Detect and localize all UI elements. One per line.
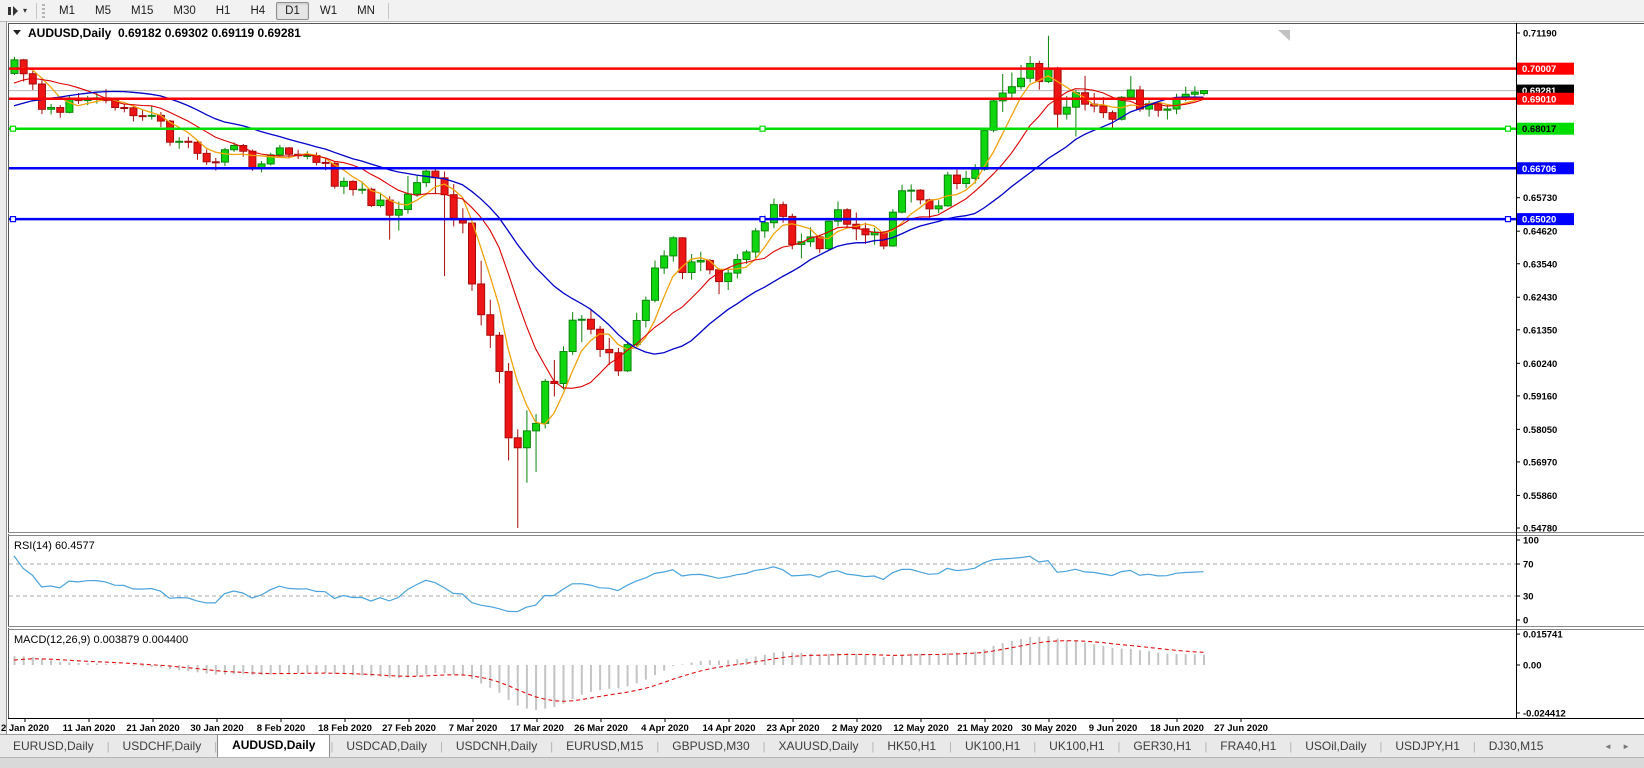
chart-tab-usdchf-daily[interactable]: USDCHF,Daily	[110, 736, 215, 757]
chart-tabs: EURUSD,Daily|USDCHF,Daily|AUDUSD,Daily|U…	[0, 734, 1604, 757]
chart-tab-usoil-daily[interactable]: USOil,Daily	[1292, 736, 1379, 757]
timeframe-button-d1[interactable]: D1	[276, 2, 309, 20]
tab-scroll-arrows[interactable]: ◄ ►	[1604, 742, 1644, 757]
svg-text:0.66706: 0.66706	[1522, 164, 1556, 175]
svg-text:0.70007: 0.70007	[1522, 64, 1556, 75]
date-label: 27 Feb 2020	[382, 723, 436, 734]
date-label: 21 Jan 2020	[126, 723, 179, 734]
window-frame-left	[0, 22, 6, 734]
svg-text:0.65730: 0.65730	[1523, 193, 1557, 204]
toolbar-grip[interactable]	[42, 4, 45, 18]
chart-shift-icon	[6, 4, 21, 18]
chart-tab-usdcnh-daily[interactable]: USDCNH,Daily	[443, 736, 550, 757]
chart-window: 0.71190 0.65730 0.64620 0.63540 0.62430 0.613…	[0, 22, 1644, 734]
chart-tab-eurusd-daily[interactable]: EURUSD,Daily	[0, 736, 107, 757]
date-label: 18 Feb 2020	[318, 723, 372, 734]
rsi-label: RSI(14) 60.4577	[14, 540, 95, 552]
svg-text:0.64620: 0.64620	[1523, 227, 1557, 238]
chart-ohlc-values: 0.69182 0.69302 0.69119 0.69281	[118, 26, 301, 40]
macd-label: MACD(12,26,9) 0.003879 0.004400	[14, 634, 188, 646]
chart-tab-bar: EURUSD,Daily|USDCHF,Daily|AUDUSD,Daily|U…	[0, 734, 1644, 757]
chart-tools-icon[interactable]: ▾	[0, 1, 33, 21]
timeframe-button-group: M1M5M15M30H1H4D1W1MN	[49, 1, 385, 20]
timeframe-button-mn[interactable]: MN	[348, 2, 384, 20]
date-label: 7 Mar 2020	[449, 723, 498, 734]
chart-tab-usdjpy-h1[interactable]: USDJPY,H1	[1382, 736, 1472, 757]
chart-tab-usdcad-daily[interactable]: USDCAD,Daily	[333, 736, 440, 757]
timeframe-button-m5[interactable]: M5	[86, 2, 120, 20]
timeframe-button-m15[interactable]: M15	[122, 2, 162, 20]
date-label: 4 Apr 2020	[641, 723, 689, 734]
chart-title: AUDUSD,Daily	[28, 26, 112, 40]
svg-text:100: 100	[1523, 536, 1539, 547]
chart-tab-xauusd-daily[interactable]: XAUUSD,Daily	[766, 736, 872, 757]
top-toolbar: ▾ M1M5M15M30H1H4D1W1MN	[0, 0, 1644, 22]
chart-tab-fra40-h1[interactable]: FRA40,H1	[1207, 736, 1289, 757]
date-label: 21 May 2020	[957, 723, 1012, 734]
date-label: 11 Jan 2020	[63, 723, 116, 734]
svg-text:0.63540: 0.63540	[1523, 259, 1557, 270]
chart-tab-ger30-h1[interactable]: GER30,H1	[1120, 736, 1204, 757]
svg-text:0.69010: 0.69010	[1522, 94, 1556, 105]
svg-text:0.68017: 0.68017	[1522, 124, 1556, 135]
chart-tab-dj30-m15[interactable]: DJ30,M15	[1476, 736, 1557, 757]
date-label: 30 Jan 2020	[190, 723, 243, 734]
svg-text:0.62430: 0.62430	[1523, 293, 1557, 304]
svg-text:30: 30	[1523, 592, 1534, 603]
hline-handle[interactable]	[760, 126, 765, 131]
svg-text:0.58050: 0.58050	[1523, 425, 1557, 436]
chart-tab-hk50-h1[interactable]: HK50,H1	[874, 736, 949, 757]
hline-handle[interactable]	[11, 217, 16, 222]
timeframe-button-w1[interactable]: W1	[311, 2, 346, 20]
date-label: 17 Mar 2020	[510, 723, 564, 734]
date-label: 14 Apr 2020	[703, 723, 756, 734]
chart-tab-eurusd-m15[interactable]: EURUSD,M15	[553, 736, 656, 757]
svg-text:0.015741: 0.015741	[1523, 630, 1563, 641]
date-label: 18 Jun 2020	[1150, 723, 1204, 734]
svg-text:0.59160: 0.59160	[1523, 391, 1557, 402]
timeframe-button-m1[interactable]: M1	[50, 2, 84, 20]
date-label: 2 May 2020	[832, 723, 882, 734]
svg-text:0.00: 0.00	[1523, 661, 1542, 672]
svg-text:-0.024412: -0.024412	[1523, 708, 1566, 719]
svg-text:0.71190: 0.71190	[1523, 29, 1557, 40]
status-strip	[0, 757, 1644, 768]
toolbar-separator	[388, 3, 389, 19]
timeframe-button-h4[interactable]: H4	[241, 2, 274, 20]
toolbar-separator	[36, 3, 37, 19]
date-label: 23 Apr 2020	[767, 723, 820, 734]
hline-handle[interactable]	[1506, 126, 1511, 131]
date-label: 26 Mar 2020	[574, 723, 628, 734]
date-label: 2 Jan 2020	[1, 723, 49, 734]
svg-text:0.54780: 0.54780	[1523, 524, 1557, 535]
chart-tab-audusd-daily[interactable]: AUDUSD,Daily	[217, 734, 330, 757]
svg-text:0.55860: 0.55860	[1523, 491, 1557, 502]
chart-tab-uk100-h1[interactable]: UK100,H1	[1036, 736, 1117, 757]
svg-text:0.65020: 0.65020	[1522, 215, 1556, 226]
date-label: 8 Feb 2020	[257, 723, 306, 734]
date-label: 9 Jun 2020	[1089, 723, 1138, 734]
svg-text:0.60240: 0.60240	[1523, 359, 1557, 370]
svg-text:0.56970: 0.56970	[1523, 457, 1557, 468]
chart-tab-gbpusd-m30[interactable]: GBPUSD,M30	[659, 736, 762, 757]
svg-text:0: 0	[1523, 616, 1528, 627]
hline-handle[interactable]	[1506, 217, 1511, 222]
hline-handle[interactable]	[11, 126, 16, 131]
hline-handle[interactable]	[760, 217, 765, 222]
timeframe-button-h1[interactable]: H1	[207, 2, 240, 20]
svg-text:70: 70	[1523, 560, 1534, 571]
chart-tab-uk100-h1[interactable]: UK100,H1	[952, 736, 1033, 757]
timeframe-button-m30[interactable]: M30	[164, 2, 204, 20]
date-label: 30 May 2020	[1021, 723, 1076, 734]
price-chart[interactable]: 0.71190 0.65730 0.64620 0.63540 0.62430 0.613…	[0, 22, 1644, 734]
svg-text:0.61350: 0.61350	[1523, 325, 1557, 336]
date-label: 12 May 2020	[893, 723, 948, 734]
date-label: 27 Jun 2020	[1214, 723, 1268, 734]
chevron-down-icon: ▾	[23, 7, 27, 15]
